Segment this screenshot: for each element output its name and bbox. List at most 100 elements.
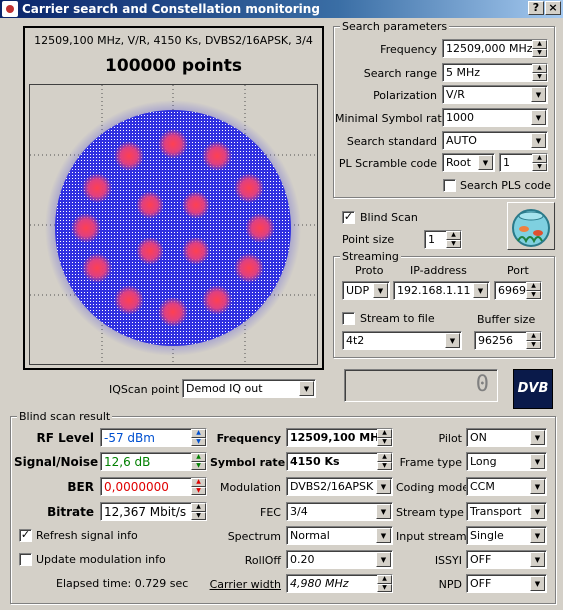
frame-type-select[interactable]: Long ▼	[466, 452, 547, 471]
chevron-down-icon[interactable]: ▼	[376, 528, 391, 543]
chevron-down-icon[interactable]: ▼	[376, 479, 391, 494]
search-standard-select[interactable]: AUTO ▼	[442, 131, 548, 150]
chevron-down-icon[interactable]: ▼	[373, 283, 388, 298]
symbol-rate-value: 4150 Ks	[290, 455, 340, 468]
pl-scramble-spinner[interactable]: ▲ ▼	[532, 154, 547, 171]
frequency-spinner[interactable]: ▲ ▼	[532, 40, 547, 57]
chevron-down-icon[interactable]: ▼	[531, 110, 546, 125]
chevron-down-icon[interactable]: ▼	[376, 552, 391, 567]
spectrum-select[interactable]: Normal ▼	[286, 526, 393, 545]
frequency-input[interactable]: 12509,000 MHz ▲ ▼	[442, 39, 548, 58]
min-symbol-rate-label: Minimal Symbol rate	[335, 112, 449, 125]
chevron-down-icon[interactable]: ▼	[445, 333, 460, 348]
coding-mode-select[interactable]: CCM ▼	[466, 477, 547, 496]
pl-scramble-code-value: 1	[503, 156, 510, 169]
pl-scramble-mode-value: Root	[446, 156, 471, 169]
polarization-value: V/R	[446, 88, 465, 101]
rolloff-select[interactable]: 0.20 ▼	[286, 550, 393, 569]
chevron-down-icon[interactable]: ▼	[530, 576, 545, 591]
refresh-signal-label: Refresh signal info	[36, 529, 138, 542]
rf-level-spinner[interactable]: ▲ ▼	[191, 429, 206, 446]
carrier-width-spinner[interactable]: ▲ ▼	[377, 575, 392, 592]
fish-bowl-button[interactable]	[507, 202, 555, 250]
snr-spinner[interactable]: ▲ ▼	[191, 453, 206, 470]
rolloff-label: RollOff	[244, 554, 281, 567]
chevron-down-icon[interactable]: ▼	[299, 381, 314, 396]
chevron-down-icon[interactable]: ▼	[473, 283, 488, 298]
input-stream-select[interactable]: Single ▼	[466, 526, 547, 545]
input-stream-value: Single	[470, 529, 504, 542]
chevron-down-icon[interactable]: ▼	[530, 479, 545, 494]
buffer-size-spinner[interactable]: ▲ ▼	[526, 332, 541, 349]
close-button[interactable]: ×	[545, 1, 561, 15]
chevron-down-icon[interactable]: ▼	[531, 87, 546, 102]
frame-type-value: Long	[470, 455, 497, 468]
min-symbol-rate-select[interactable]: 1000 ▼	[442, 108, 548, 127]
pilot-select[interactable]: ON ▼	[466, 428, 547, 447]
modulation-select[interactable]: DVBS2/16APSK ▼	[286, 477, 393, 496]
ip-address-input[interactable]: 192.168.1.11 ▼	[393, 281, 490, 300]
stream-type-value: Transport	[470, 505, 522, 518]
port-spinner[interactable]: ▲ ▼	[526, 282, 541, 299]
elapsed-time: Elapsed time: 0.729 sec	[56, 577, 189, 590]
chevron-down-icon[interactable]: ▼	[478, 155, 493, 170]
npd-select[interactable]: OFF ▼	[466, 574, 547, 593]
pl-scramble-mode-select[interactable]: Root ▼	[442, 153, 495, 172]
spectrum-value: Normal	[290, 529, 330, 542]
update-modulation-label: Update modulation info	[36, 553, 166, 566]
title-bar: Carrier search and Constellation monitor…	[0, 0, 563, 18]
bitrate-value: 12,367 Mbit/s	[104, 505, 187, 519]
stream-to-file-checkbox[interactable]	[342, 312, 355, 325]
point-size-input[interactable]: 1 ▲ ▼	[424, 230, 462, 249]
stream-type-select[interactable]: Transport ▼	[466, 502, 547, 521]
pl-scramble-code-input[interactable]: 1 ▲ ▼	[499, 153, 548, 172]
counter-value: 0	[475, 372, 489, 397]
chevron-down-icon[interactable]: ▼	[530, 430, 545, 445]
dvb-logo: DVB	[513, 369, 553, 409]
ber-spinner[interactable]: ▲ ▼	[191, 478, 206, 495]
search-range-input[interactable]: 5 MHz ▲ ▼	[442, 63, 548, 82]
fec-select[interactable]: 3/4 ▼	[286, 502, 393, 521]
ip-address-label: IP-address	[410, 264, 467, 277]
stream-file-select[interactable]: 4t2 ▼	[342, 331, 462, 350]
rf-level-field: -57 dBm ▲ ▼	[100, 428, 207, 447]
search-pls-checkbox[interactable]	[443, 179, 456, 192]
iqscan-select[interactable]: Demod IQ out ▼	[182, 379, 316, 398]
blind-scan-checkbox[interactable]: ✓	[342, 211, 355, 224]
frequency-label: Frequency	[380, 43, 437, 56]
frame-type-label: Frame type	[399, 456, 462, 469]
blind-scan-label: Blind Scan	[360, 211, 418, 224]
rf-level-label: RF Level	[36, 431, 94, 445]
carrier-width-label[interactable]: Carrier width	[205, 578, 281, 591]
update-modulation-checkbox[interactable]	[19, 553, 32, 566]
refresh-signal-checkbox[interactable]: ✓	[19, 529, 32, 542]
issyi-select[interactable]: OFF ▼	[466, 550, 547, 569]
proto-select[interactable]: UDP ▼	[342, 281, 390, 300]
result-frequency-spinner[interactable]: ▲ ▼	[377, 429, 392, 446]
issyi-label: ISSYI	[434, 554, 462, 567]
search-pls-label: Search PLS code	[460, 179, 552, 192]
buffer-size-input[interactable]: 96256 ▲ ▼	[474, 331, 542, 350]
chevron-down-icon[interactable]: ▼	[530, 454, 545, 469]
bitrate-spinner[interactable]: ▲ ▼	[191, 503, 206, 520]
constellation-svg	[30, 85, 317, 364]
point-size-spinner[interactable]: ▲ ▼	[446, 231, 461, 248]
fec-label: FEC	[260, 506, 281, 519]
scope-info: 12509,100 MHz, V/R, 4150 Ks, DVBS2/16APS…	[34, 34, 313, 47]
coding-mode-label: Coding mode	[396, 481, 470, 494]
chevron-down-icon[interactable]: ▼	[530, 552, 545, 567]
polarization-select[interactable]: V/R ▼	[442, 85, 548, 104]
pilot-label: Pilot	[438, 432, 462, 445]
chevron-down-icon[interactable]: ▼	[376, 504, 391, 519]
search-range-spinner[interactable]: ▲ ▼	[532, 64, 547, 81]
chevron-down-icon[interactable]: ▼	[530, 528, 545, 543]
port-input[interactable]: 6969 ▲ ▼	[494, 281, 542, 300]
symbol-rate-spinner[interactable]: ▲ ▼	[377, 453, 392, 470]
help-button[interactable]: ?	[528, 1, 544, 15]
frequency-value: 12509,000 MHz	[446, 42, 533, 55]
result-frequency-value: 12509,100 MHz	[290, 431, 386, 444]
min-symbol-rate-value: 1000	[446, 111, 474, 124]
chevron-down-icon[interactable]: ▼	[530, 504, 545, 519]
chevron-down-icon[interactable]: ▼	[531, 133, 546, 148]
stream-to-file-label: Stream to file	[360, 312, 435, 325]
